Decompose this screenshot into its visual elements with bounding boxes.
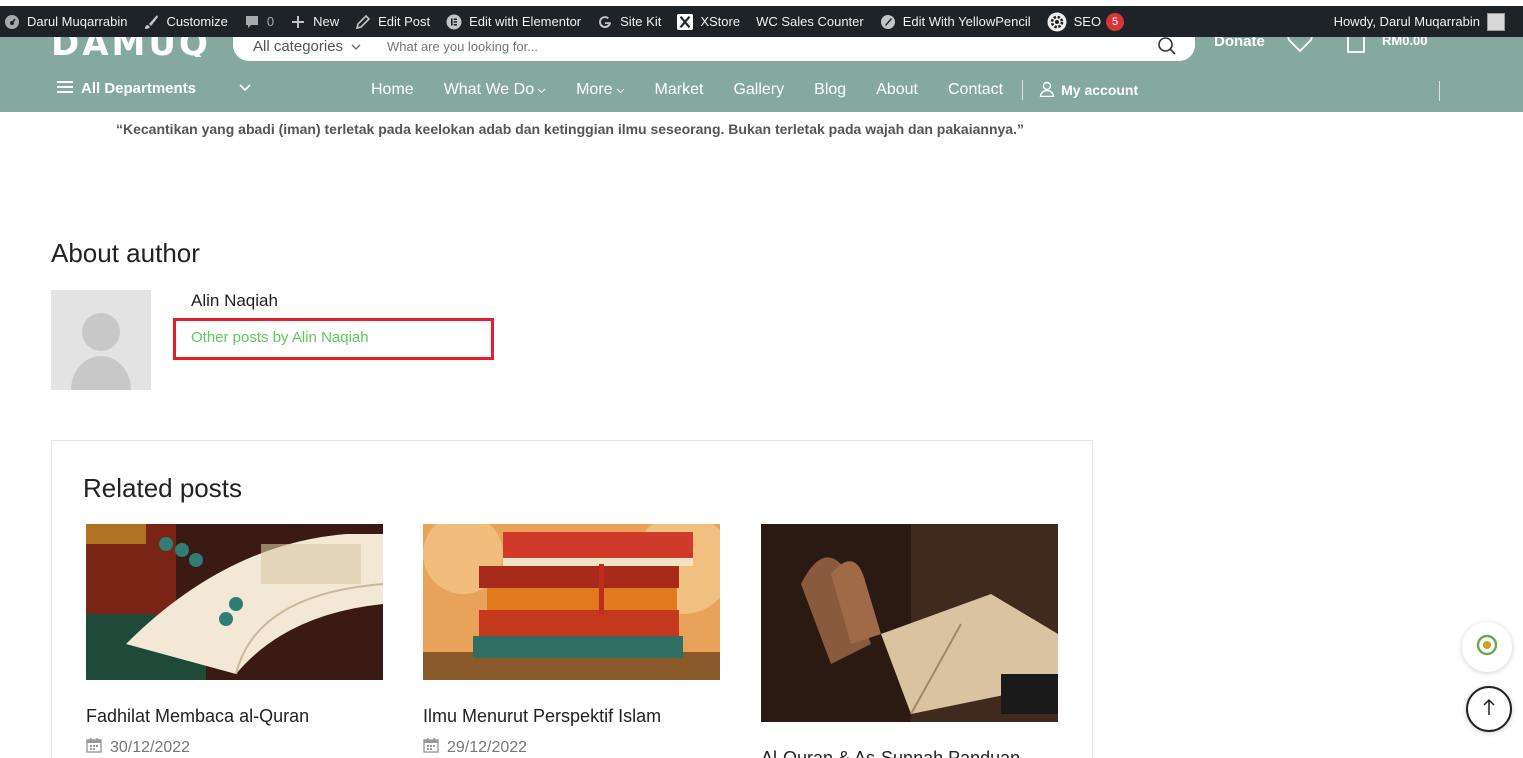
- related-post-title[interactable]: Al-Quran & As-Sunnah Panduan: [761, 748, 1058, 758]
- user-icon: [1039, 81, 1061, 100]
- admin-site-kit[interactable]: Site Kit: [589, 6, 669, 37]
- comment-icon: [244, 14, 260, 30]
- scroll-to-top-button[interactable]: [1466, 686, 1512, 732]
- admin-howdy-label: Howdy, Darul Muqarrabin: [1333, 14, 1480, 29]
- admin-customize-label: Customize: [166, 14, 228, 29]
- related-post-date-text: 30/12/2022: [110, 738, 191, 756]
- admin-comments-count: 0: [266, 14, 275, 29]
- nav-item-label: Gallery: [733, 81, 785, 98]
- post-quote: “Kecantikan yang abadi (iman) terletak p…: [116, 121, 1024, 137]
- nav-item-label: What We Do: [443, 81, 535, 98]
- nav-item-label: More: [576, 81, 613, 98]
- post-thumbnail[interactable]: [761, 524, 1058, 722]
- related-post-card[interactable]: Fadhilat Membaca al-Quran 30/12/2022: [86, 524, 383, 758]
- brush-icon: [143, 14, 159, 30]
- admin-my-account[interactable]: Howdy, Darul Muqarrabin: [1334, 6, 1523, 37]
- nav-item-label: Blog: [814, 81, 847, 98]
- admin-comments[interactable]: 0: [236, 6, 282, 37]
- nav-right-divider: [1439, 81, 1440, 101]
- yellowpencil-icon: [880, 14, 896, 30]
- nav-menu: Home What We Do More Market Gallery Blog…: [356, 78, 1138, 102]
- related-posts-heading: Related posts: [83, 473, 242, 503]
- nav-separator: [1022, 80, 1024, 100]
- admin-avatar: [1487, 12, 1505, 31]
- related-post-card[interactable]: Ilmu Menurut Perspektif Islam 29/12/2022: [423, 524, 720, 758]
- admin-yellowpencil[interactable]: Edit With YellowPencil: [872, 6, 1039, 37]
- google-g-icon: [597, 14, 613, 30]
- wp-admin-bar: Darul Muqarrabin Customize 0 New Edit Po…: [0, 6, 1523, 37]
- admin-site-name-label: Darul Muqarrabin: [27, 14, 128, 29]
- all-departments-label: All Departments: [81, 80, 197, 97]
- related-post-card[interactable]: Al-Quran & As-Sunnah Panduan: [761, 524, 1058, 758]
- nav-item-label: Market: [654, 81, 704, 98]
- search-icon[interactable]: [1157, 36, 1177, 61]
- related-post-date: 29/12/2022: [423, 737, 720, 758]
- main-navigation: All Departments Home What We Do More Mar…: [0, 78, 1523, 102]
- related-posts-section: Related posts Fadhilat Membaca al-Quran …: [51, 440, 1093, 758]
- chevron-down-icon: [616, 81, 625, 99]
- nav-item-what-we-do[interactable]: What We Do: [429, 81, 561, 99]
- admin-xstore-label: XStore: [700, 14, 741, 29]
- all-departments-button[interactable]: All Departments: [57, 80, 196, 97]
- nav-item-gallery[interactable]: Gallery: [718, 81, 799, 99]
- related-post-date-text: 29/12/2022: [447, 738, 528, 756]
- related-post-title[interactable]: Ilmu Menurut Perspektif Islam: [423, 706, 720, 727]
- arrow-up-icon: [1482, 698, 1496, 721]
- admin-seo[interactable]: SEO 5: [1039, 6, 1132, 37]
- admin-edit-elementor-label: Edit with Elementor: [469, 14, 582, 29]
- departments-chevron-icon[interactable]: [238, 80, 252, 98]
- admin-edit-post[interactable]: Edit Post: [347, 6, 438, 37]
- admin-customize[interactable]: Customize: [135, 6, 235, 37]
- admin-site-kit-label: Site Kit: [620, 14, 662, 29]
- author-name: Alin Naqiah: [191, 291, 278, 310]
- nav-item-home[interactable]: Home: [356, 81, 429, 99]
- hamburger-icon: [57, 80, 73, 97]
- search-category-label: All categories: [253, 37, 344, 55]
- my-account-label: My account: [1061, 82, 1139, 98]
- site-header: DAMUQ All categories Donate RM0.00 All D…: [0, 29, 1523, 112]
- admin-new-label: New: [313, 14, 340, 29]
- admin-new[interactable]: New: [282, 6, 347, 37]
- admin-edit-post-label: Edit Post: [378, 14, 431, 29]
- calendar-icon: [86, 737, 110, 758]
- related-post-title[interactable]: Fadhilat Membaca al-Quran: [86, 706, 383, 727]
- nav-item-contact[interactable]: Contact: [933, 81, 1018, 99]
- author-avatar: [51, 290, 151, 390]
- about-author-heading: About author: [51, 238, 200, 268]
- seo-gear-icon: [1047, 12, 1067, 32]
- admin-wc-sales-label: WC Sales Counter: [756, 14, 864, 29]
- nav-item-label: About: [876, 81, 918, 98]
- elementor-icon: [446, 14, 462, 30]
- dashboard-icon: [4, 14, 20, 30]
- chevron-down-icon: [537, 81, 546, 99]
- nav-item-label: Contact: [947, 81, 1004, 98]
- accessibility-icon: [1476, 634, 1498, 661]
- admin-seo-label: SEO: [1073, 14, 1102, 29]
- admin-site-name[interactable]: Darul Muqarrabin: [0, 6, 135, 37]
- xstore-icon: [677, 13, 694, 30]
- post-thumbnail[interactable]: [423, 524, 720, 680]
- post-thumbnail[interactable]: [86, 524, 383, 680]
- admin-xstore[interactable]: XStore: [669, 6, 748, 37]
- nav-item-blog[interactable]: Blog: [799, 81, 861, 99]
- chevron-down-icon: [351, 38, 361, 55]
- search-input[interactable]: [387, 38, 1147, 54]
- highlight-box: [173, 318, 494, 360]
- plus-icon: [290, 14, 306, 30]
- nav-item-market[interactable]: Market: [640, 81, 719, 99]
- pencil-icon: [355, 14, 371, 30]
- related-post-date: 30/12/2022: [86, 737, 383, 758]
- seo-notification-badge: 5: [1106, 12, 1125, 31]
- my-account-link[interactable]: My account: [1029, 81, 1138, 100]
- search-category-select[interactable]: All categories: [253, 38, 375, 55]
- admin-edit-elementor[interactable]: Edit with Elementor: [438, 6, 589, 37]
- calendar-icon: [423, 737, 447, 758]
- admin-yellowpencil-label: Edit With YellowPencil: [902, 14, 1031, 29]
- nav-item-label: Home: [371, 81, 414, 98]
- nav-item-more[interactable]: More: [561, 81, 639, 99]
- accessibility-button[interactable]: [1462, 622, 1512, 672]
- nav-item-about[interactable]: About: [861, 81, 933, 99]
- admin-wc-sales[interactable]: WC Sales Counter: [748, 6, 872, 37]
